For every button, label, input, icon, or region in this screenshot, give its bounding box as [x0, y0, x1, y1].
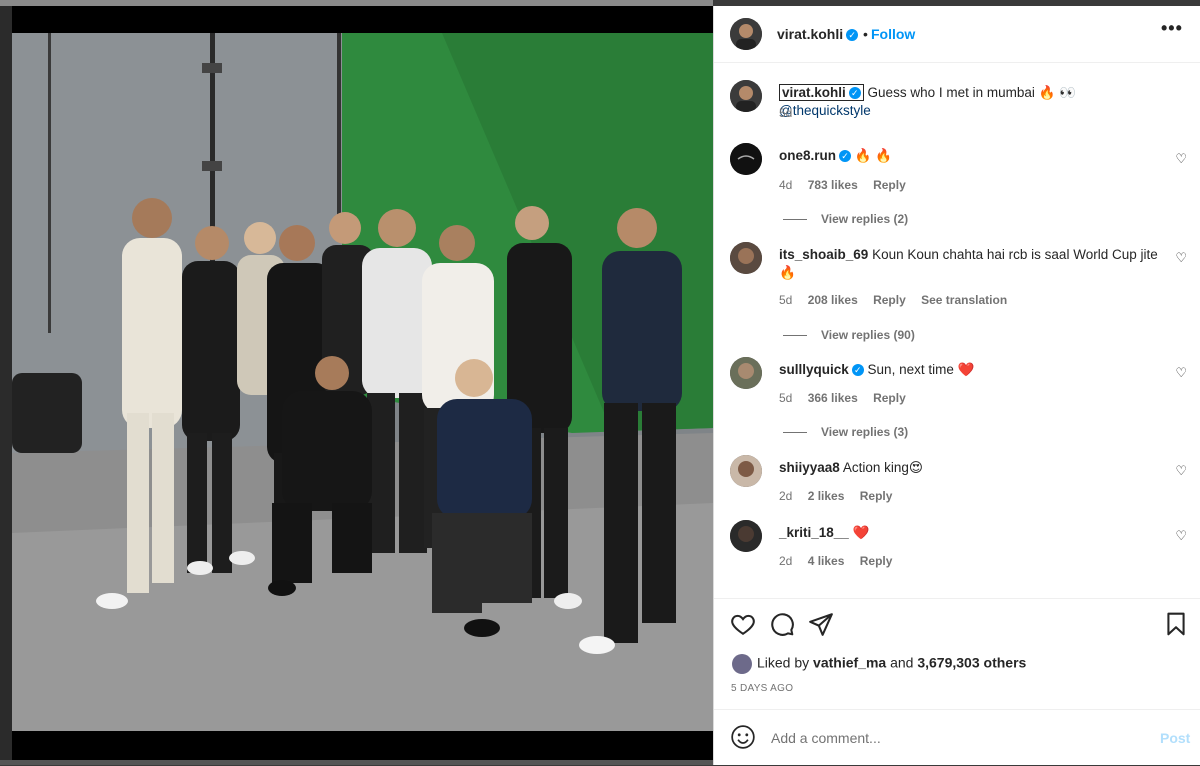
view-replies-label: View replies (2): [821, 212, 909, 226]
divider-line: [783, 219, 807, 221]
comment-like-heart-icon[interactable]: ♡: [1175, 365, 1187, 381]
post-actions: Liked by vathief_ma and 3,679,303 others…: [714, 598, 1200, 699]
comment-text: one8.run ✓ 🔥 🔥: [779, 147, 1169, 165]
view-replies-button[interactable]: View replies (2): [783, 212, 908, 226]
comment-icon[interactable]: [769, 611, 795, 637]
comment-time: 5d: [779, 391, 793, 405]
comment-like-heart-icon[interactable]: ♡: [1175, 528, 1187, 544]
comment-like-heart-icon[interactable]: ♡: [1175, 151, 1187, 167]
commenter-avatar[interactable]: [730, 143, 762, 175]
comment-time: 2d: [779, 489, 793, 503]
comment-like-heart-icon[interactable]: ♡: [1175, 250, 1187, 266]
media-pane: [0, 0, 713, 765]
bookmark-icon[interactable]: [1163, 611, 1189, 637]
comment-likes[interactable]: 4 likes: [808, 554, 845, 568]
liker-avatar: [732, 654, 752, 674]
comments-list[interactable]: virat.kohli ✓ Guess who I met in mumbai 🔥…: [714, 63, 1200, 583]
likes-count[interactable]: 3,679,303 others: [917, 655, 1026, 671]
post-photo[interactable]: [12, 33, 713, 731]
comment-time: 4d: [779, 178, 793, 192]
verified-badge-icon: ✓: [851, 364, 864, 377]
verified-badge-icon: ✓: [848, 87, 861, 100]
background-strip: [0, 760, 713, 765]
caption-username-text: virat.kohli: [782, 85, 846, 100]
author-avatar[interactable]: [730, 80, 762, 112]
comment-meta: 5d 366 likes Reply: [779, 391, 918, 405]
background-strip: [0, 0, 713, 6]
commenter-username[interactable]: its_shoaib_69: [779, 247, 868, 262]
smiley-icon[interactable]: [730, 724, 756, 750]
view-replies-button[interactable]: View replies (90): [783, 328, 915, 342]
caption-text: virat.kohli ✓ Guess who I met in mumbai 🔥…: [779, 84, 1169, 120]
likes-prefix: Liked by: [757, 654, 810, 671]
comment-body: Sun, next time ❤️: [867, 362, 975, 377]
background-strip: [0, 6, 12, 765]
separator-dot: •: [863, 26, 868, 42]
see-translation-button[interactable]: See translation: [921, 293, 1007, 307]
reply-button[interactable]: Reply: [860, 554, 893, 568]
comment-time: 2d: [779, 554, 793, 568]
caption-body: Guess who I met in mumbai 🔥 👀: [867, 85, 1076, 100]
group-photo-illustration: [12, 33, 713, 731]
author-avatar[interactable]: [730, 18, 762, 50]
comment-meta: 2d 4 likes Reply: [779, 554, 904, 568]
reply-button[interactable]: Reply: [860, 489, 893, 503]
commenter-username[interactable]: one8.run: [779, 148, 836, 163]
comment-like-heart-icon[interactable]: ♡: [1175, 463, 1187, 479]
commenter-avatar[interactable]: [730, 242, 762, 274]
heart-icon[interactable]: [730, 611, 756, 637]
author-username-text: virat.kohli: [777, 26, 844, 42]
comment-input[interactable]: [769, 724, 1143, 752]
comment-text: its_shoaib_69 Koun Koun chahta hai rcb i…: [779, 246, 1169, 282]
more-options-icon[interactable]: •••: [1161, 18, 1183, 39]
reply-button[interactable]: Reply: [873, 178, 906, 192]
post-date[interactable]: 5 DAYS AGO: [731, 683, 793, 694]
author-username[interactable]: virat.kohli ✓: [777, 26, 859, 42]
comment-likes[interactable]: 208 likes: [808, 293, 858, 307]
view-replies-label: View replies (3): [821, 425, 909, 439]
follow-button[interactable]: Follow: [871, 26, 915, 42]
commenter-username[interactable]: shiiyyaa8: [779, 460, 840, 475]
comment-body: Action king😍: [842, 460, 923, 475]
view-replies-button[interactable]: View replies (3): [783, 425, 908, 439]
comment-likes[interactable]: 783 likes: [808, 178, 858, 192]
verified-badge-icon: ✓: [839, 150, 852, 163]
comment-meta: 5d 208 likes Reply See translation: [779, 293, 1019, 307]
reply-button[interactable]: Reply: [873, 293, 906, 307]
comment-text: _kriti_18__ ❤️: [779, 524, 1169, 542]
likes-summary[interactable]: Liked by vathief_ma and 3,679,303 others: [732, 654, 1026, 674]
commenter-avatar[interactable]: [730, 455, 762, 487]
divider-line: [783, 432, 807, 434]
commenter-avatar[interactable]: [730, 357, 762, 389]
comment-text: sulllyquick ✓ Sun, next time ❤️: [779, 361, 1169, 379]
add-comment-bar: Post: [714, 709, 1200, 766]
post-detail-panel: virat.kohli ✓ • Follow ••• virat.kohli ✓ G…: [713, 6, 1200, 765]
verified-badge-icon: ✓: [846, 29, 859, 42]
comment-body: 🔥 🔥: [854, 148, 893, 163]
liker-username[interactable]: vathief_ma: [813, 655, 886, 671]
divider-line: [783, 335, 807, 337]
view-replies-label: View replies (90): [821, 328, 915, 342]
caption-username[interactable]: virat.kohli ✓: [779, 84, 864, 101]
comment-meta: 2d 2 likes Reply: [779, 489, 904, 503]
likes-conjunction: and: [890, 654, 914, 671]
commenter-avatar[interactable]: [730, 520, 762, 552]
commenter-username[interactable]: _kriti_18__: [779, 525, 849, 540]
paper-plane-icon[interactable]: [808, 611, 834, 637]
comment-time: 5d: [779, 293, 793, 307]
reply-button[interactable]: Reply: [873, 391, 906, 405]
comment-likes[interactable]: 366 likes: [808, 391, 858, 405]
commenter-username[interactable]: sulllyquick: [779, 362, 849, 377]
post-header: virat.kohli ✓ • Follow •••: [714, 6, 1200, 63]
caption-meta: 5d: [779, 106, 804, 120]
post-comment-button[interactable]: Post: [1160, 730, 1190, 746]
comment-likes[interactable]: 2 likes: [808, 489, 845, 503]
comment-body: ❤️: [852, 525, 870, 540]
caption-time: 5d: [779, 106, 793, 120]
comment-meta: 4d 783 likes Reply: [779, 178, 918, 192]
comment-text: shiiyyaa8 Action king😍: [779, 459, 1169, 477]
